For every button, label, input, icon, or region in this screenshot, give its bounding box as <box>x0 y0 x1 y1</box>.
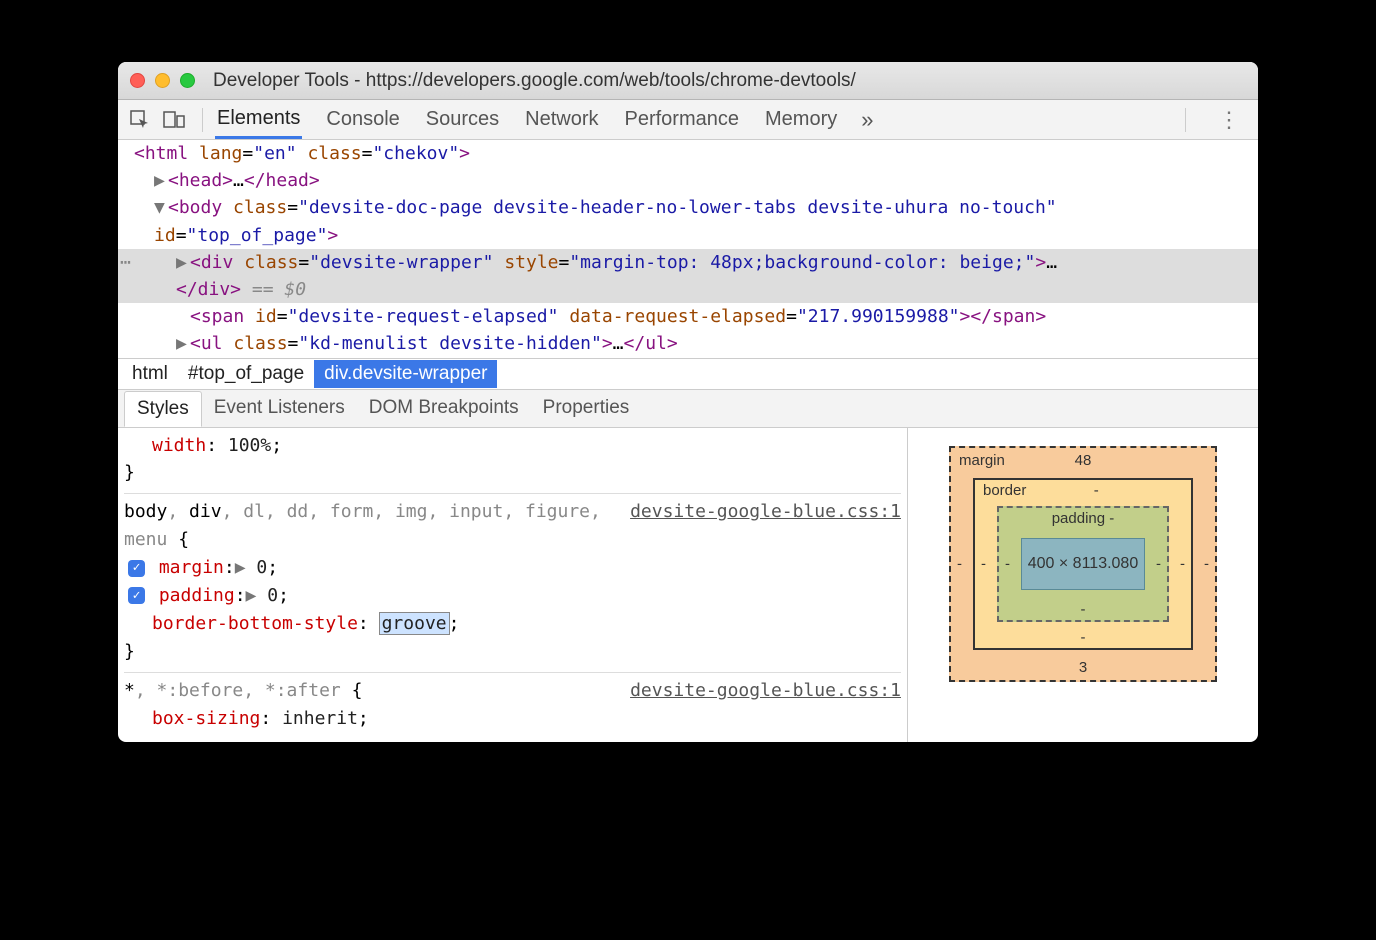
border-right-value[interactable]: - <box>1180 555 1185 572</box>
box-model-margin[interactable]: margin 48 3 - - border - - - - padding -… <box>949 446 1217 682</box>
dom-node-selected-close[interactable]: </div> == $0 <box>118 276 1258 303</box>
dom-tree[interactable]: <html lang="en" class="chekov"> ▶<head>…… <box>118 140 1258 358</box>
margin-left-value[interactable]: - <box>957 555 962 572</box>
css-property-value[interactable]: 0 <box>256 557 267 578</box>
dom-node-head[interactable]: ▶<head>…</head> <box>118 167 1258 194</box>
padding-left-value[interactable]: - <box>1005 555 1010 572</box>
css-property-name[interactable]: padding <box>159 585 235 606</box>
minimize-window-button[interactable] <box>155 73 170 88</box>
css-property-name[interactable]: margin <box>159 557 224 578</box>
zoom-window-button[interactable] <box>180 73 195 88</box>
styles-subpanel-tabs: Styles Event Listeners DOM Breakpoints P… <box>118 390 1258 428</box>
dom-node-body-cont[interactable]: id="top_of_page"> <box>118 222 1258 249</box>
css-property-value[interactable]: 100% <box>228 435 271 456</box>
toolbar-separator <box>1185 108 1186 132</box>
css-property-name[interactable]: width <box>152 435 206 456</box>
css-rule[interactable]: width: 100%; } <box>124 432 901 488</box>
dom-node-selected[interactable]: ⋯ ▶<div class="devsite-wrapper" style="m… <box>118 249 1258 276</box>
css-property-name[interactable]: box-sizing <box>152 708 260 729</box>
property-enable-checkbox[interactable]: ✓ <box>128 560 145 577</box>
expand-shorthand-icon[interactable]: ▶ <box>246 585 257 606</box>
tab-performance[interactable]: Performance <box>623 102 742 137</box>
ellipsis: … <box>233 170 244 191</box>
border-bottom-value[interactable]: - <box>1081 629 1086 646</box>
css-property-name[interactable]: border-bottom-style <box>152 613 358 634</box>
settings-kebab-icon[interactable]: ⋮ <box>1206 107 1252 133</box>
disclosure-triangle-icon[interactable]: ▶ <box>176 250 190 275</box>
css-rule[interactable]: devsite-google-blue.css:1 body, div, dl,… <box>124 493 901 665</box>
expand-shorthand-icon[interactable]: ▶ <box>235 557 246 578</box>
dom-node[interactable]: <html lang="en" class="chekov"> <box>118 140 1258 167</box>
toolbar-right: ⋮ <box>1175 107 1252 133</box>
disclosure-triangle-icon[interactable]: ▶ <box>176 331 190 356</box>
box-model-border[interactable]: border - - - - padding - - - - 400 × 811… <box>973 478 1193 650</box>
property-enable-checkbox[interactable]: ✓ <box>128 587 145 604</box>
tab-console[interactable]: Console <box>324 102 401 137</box>
css-property-value[interactable]: inherit <box>282 708 358 729</box>
dom-node-body[interactable]: ▼<body class="devsite-doc-page devsite-h… <box>118 194 1258 221</box>
toolbar-separator <box>202 108 203 132</box>
border-label: border <box>983 482 1026 499</box>
margin-right-value[interactable]: - <box>1204 555 1209 572</box>
dom-node-span[interactable]: <span id="devsite-request-elapsed" data-… <box>118 303 1258 330</box>
window-title: Developer Tools - https://developers.goo… <box>213 70 856 92</box>
css-property-value-editing[interactable]: groove <box>380 613 449 634</box>
close-window-button[interactable] <box>130 73 145 88</box>
padding-right-value[interactable]: - <box>1156 555 1161 572</box>
panel-tabs: Elements Console Sources Network Perform… <box>215 101 869 139</box>
padding-bottom-value[interactable]: - <box>1081 601 1086 618</box>
devtools-window: Developer Tools - https://developers.goo… <box>118 62 1258 742</box>
subtab-styles[interactable]: Styles <box>124 391 202 427</box>
styles-pane[interactable]: width: 100%; } devsite-google-blue.css:1… <box>118 428 908 743</box>
css-property-value[interactable]: 0 <box>267 585 278 606</box>
padding-label: padding <box>1052 510 1105 527</box>
crumb-html[interactable]: html <box>122 360 178 388</box>
inspect-element-icon[interactable] <box>124 104 156 136</box>
border-top-value[interactable]: - <box>1094 482 1099 499</box>
box-model-content[interactable]: 400 × 8113.080 <box>1021 538 1145 590</box>
device-toolbar-icon[interactable] <box>158 104 190 136</box>
stylesheet-source-link[interactable]: devsite-google-blue.css:1 <box>630 498 901 526</box>
tab-memory[interactable]: Memory <box>763 102 839 137</box>
tab-network[interactable]: Network <box>523 102 600 137</box>
box-model-padding[interactable]: padding - - - - 400 × 8113.080 <box>997 506 1169 622</box>
titlebar: Developer Tools - https://developers.goo… <box>118 62 1258 100</box>
tab-elements[interactable]: Elements <box>215 101 302 139</box>
stylesheet-source-link[interactable]: devsite-google-blue.css:1 <box>630 677 901 705</box>
subtab-dom-breakpoints[interactable]: DOM Breakpoints <box>357 391 531 425</box>
dom-equals-zero: == $0 <box>241 279 306 300</box>
subtab-event-listeners[interactable]: Event Listeners <box>202 391 357 425</box>
css-rule[interactable]: devsite-google-blue.css:1 *, *:before, *… <box>124 672 901 733</box>
lower-panel: width: 100%; } devsite-google-blue.css:1… <box>118 428 1258 743</box>
breadcrumb: html #top_of_page div.devsite-wrapper <box>118 358 1258 390</box>
margin-label: margin <box>959 452 1005 469</box>
disclosure-triangle-icon[interactable]: ▼ <box>154 195 168 220</box>
crumb-selected[interactable]: div.devsite-wrapper <box>314 360 497 388</box>
traffic-lights <box>130 73 195 88</box>
main-toolbar: Elements Console Sources Network Perform… <box>118 100 1258 140</box>
border-left-value[interactable]: - <box>981 555 986 572</box>
tab-sources[interactable]: Sources <box>424 102 501 137</box>
more-tabs-icon[interactable]: » <box>861 107 869 133</box>
box-model-pane: margin 48 3 - - border - - - - padding -… <box>908 428 1258 743</box>
crumb-body[interactable]: #top_of_page <box>178 360 314 388</box>
disclosure-triangle-icon[interactable]: ▶ <box>154 168 168 193</box>
padding-top-value[interactable]: - <box>1109 510 1114 527</box>
margin-bottom-value[interactable]: 3 <box>1079 659 1087 676</box>
subtab-properties[interactable]: Properties <box>531 391 642 425</box>
dom-node-ul[interactable]: ▶<ul class="kd-menulist devsite-hidden">… <box>118 330 1258 357</box>
margin-top-value[interactable]: 48 <box>1075 452 1092 469</box>
